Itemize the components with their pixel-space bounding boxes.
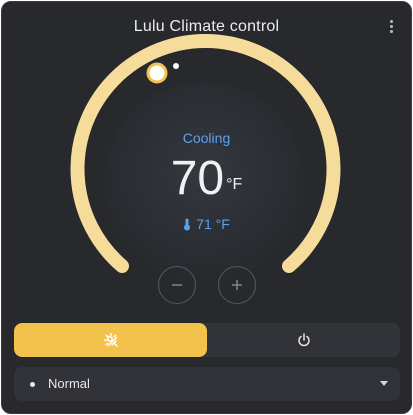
- current-temperature-value: 71 °F: [196, 216, 230, 232]
- setpoint-handle[interactable]: [146, 62, 168, 84]
- current-temperature: 71 °F: [2, 216, 411, 232]
- preset-mode-value: Normal: [48, 376, 90, 391]
- minus-icon: [172, 284, 182, 286]
- mode-off-button[interactable]: [207, 323, 400, 357]
- current-temp-marker: [173, 63, 179, 69]
- mode-heat-cool-button[interactable]: [14, 323, 207, 357]
- power-icon: [297, 333, 310, 347]
- target-temperature-unit: °F: [226, 176, 243, 193]
- target-temperature-value: 70: [170, 152, 225, 205]
- target-temperature: 70 °F: [2, 152, 411, 206]
- climate-card: Lulu Climate control Cooling 70°F 71 °F: [1, 1, 412, 414]
- increase-temperature-button[interactable]: [218, 266, 256, 304]
- plus-icon: [232, 280, 242, 290]
- preset-mode-icon: [30, 382, 35, 387]
- preset-mode-select[interactable]: Normal: [14, 367, 400, 401]
- decrease-temperature-button[interactable]: [158, 266, 196, 304]
- chevron-down-icon: [380, 381, 388, 386]
- thermometer-icon: [184, 218, 191, 231]
- heat-cool-icon: [103, 332, 118, 347]
- hvac-action-label: Cooling: [182, 130, 231, 146]
- hvac-mode-selector: [14, 323, 400, 357]
